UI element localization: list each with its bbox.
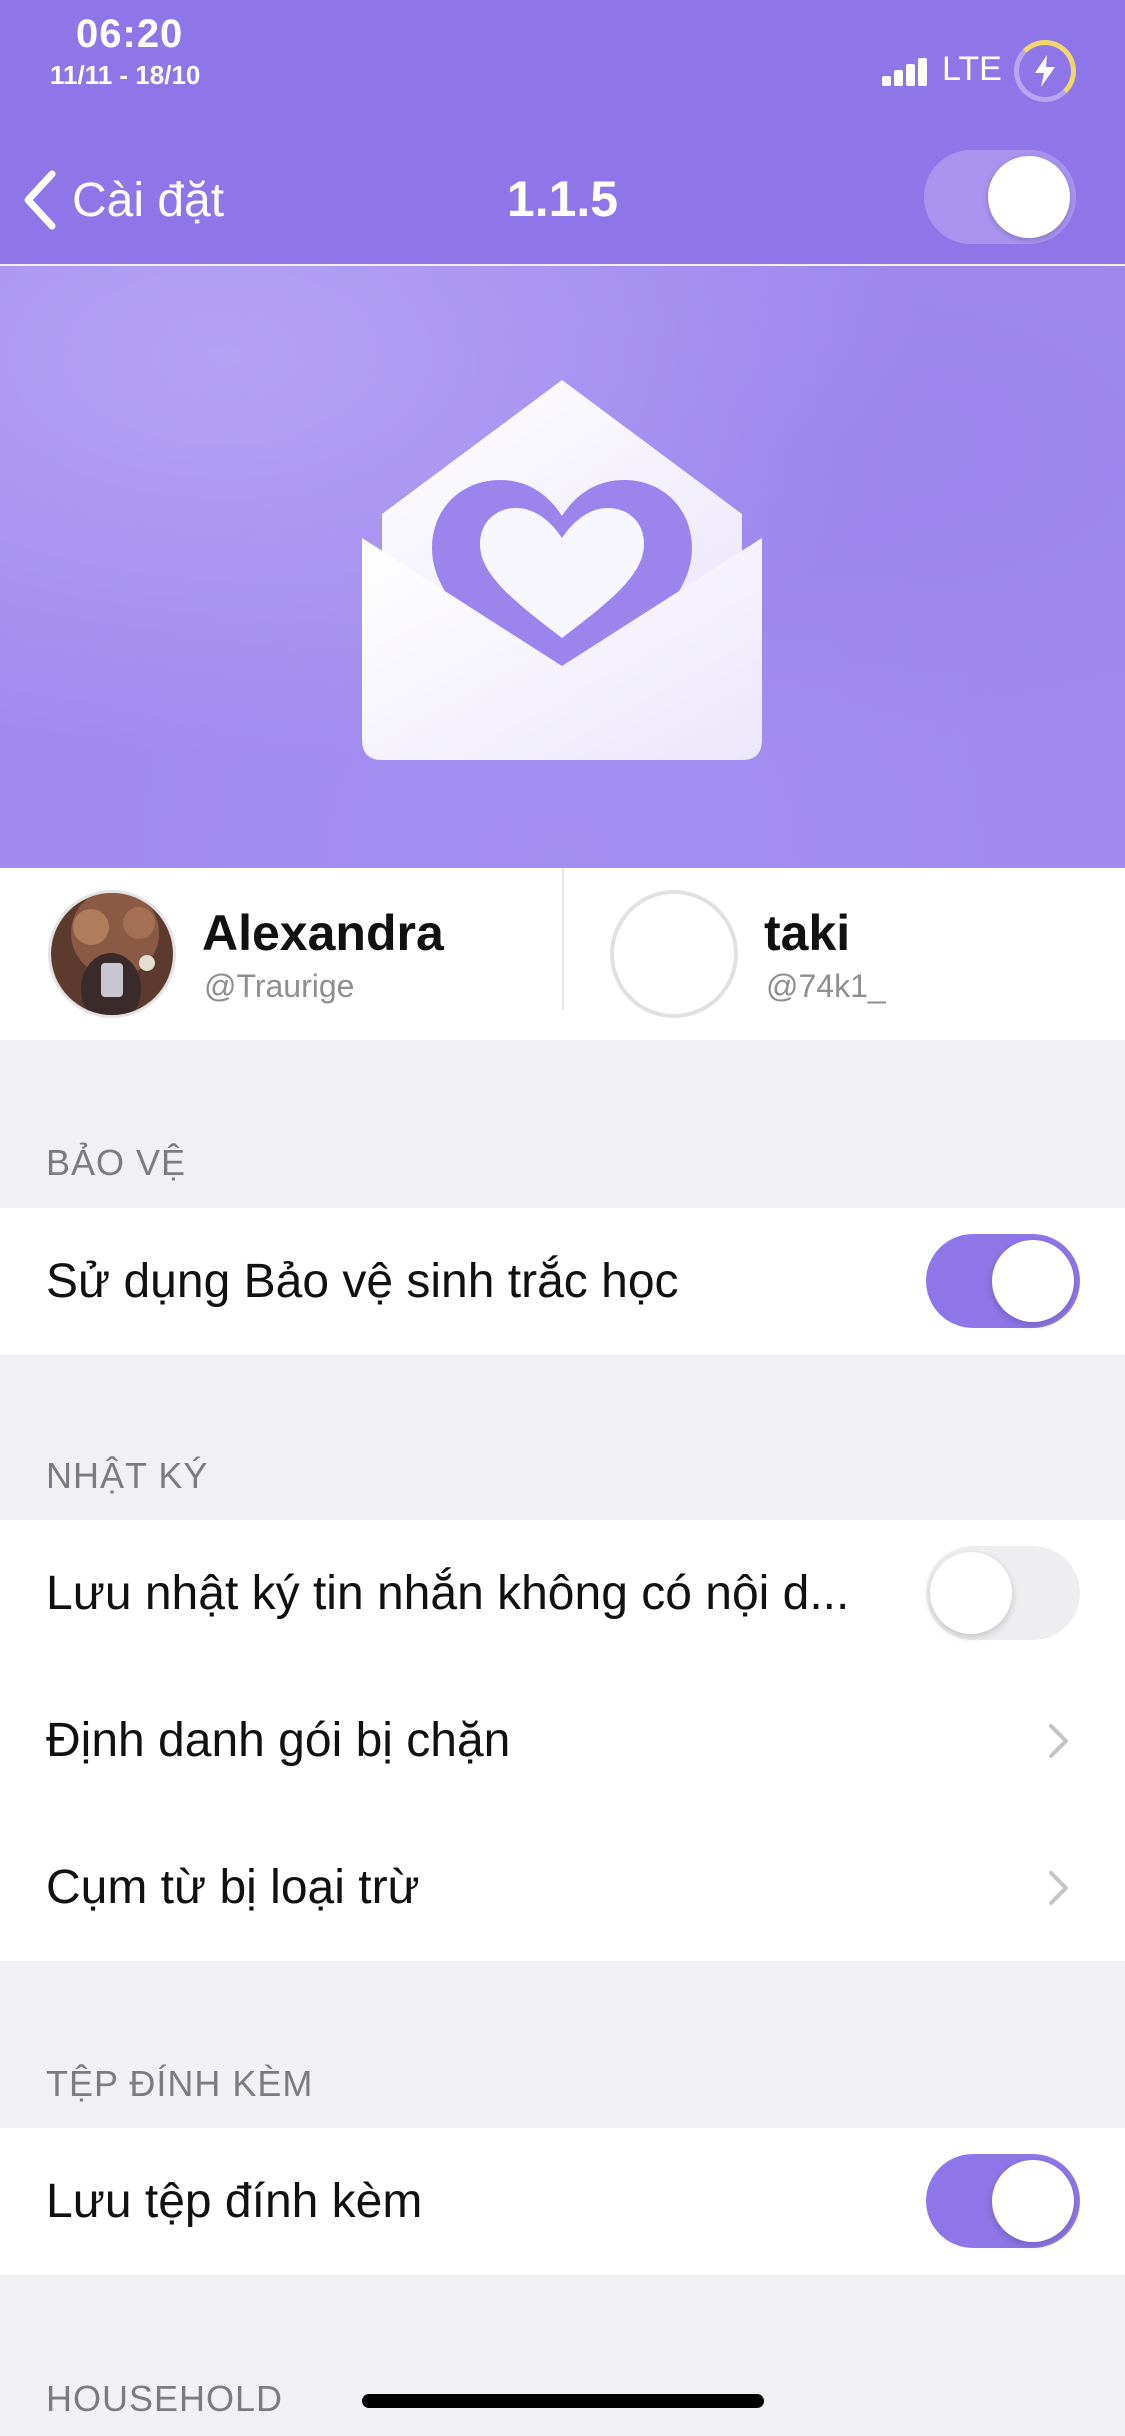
profile-card[interactable]: taki @74k1_ xyxy=(562,868,1124,1040)
chevron-right-icon xyxy=(1049,1724,1068,1758)
chevron-right-icon xyxy=(1049,1871,1068,1905)
profile-handle: @Traurige xyxy=(204,968,355,1004)
save-attachments-row[interactable]: Lưu tệp đính kèm xyxy=(0,2128,1125,2275)
home-indicator[interactable] xyxy=(362,2394,764,2408)
protection-group: Sử dụng Bảo vệ sinh trắc học xyxy=(0,1208,1125,1355)
excluded-phrases-row[interactable]: Cụm từ bị loại trừ xyxy=(0,1814,1125,1961)
section-header-protection: BẢO VỆ xyxy=(46,1142,187,1183)
profiles-card: Alexandra @Traurige taki @74k1_ xyxy=(0,868,1125,1040)
biometric-protection-toggle[interactable] xyxy=(926,1234,1080,1328)
header: 06:20 11/11 - 18/10 LTE Cài đặt 1.1.5 xyxy=(0,0,1125,266)
save-empty-message-log-row[interactable]: Lưu nhật ký tin nhắn không có nội d... xyxy=(0,1520,1125,1667)
avatar xyxy=(48,890,176,1018)
signal-icon xyxy=(882,56,928,86)
row-label: Định danh gói bị chặn xyxy=(46,1714,511,1767)
log-group: Lưu nhật ký tin nhắn không có nội d... Đ… xyxy=(0,1520,1125,1961)
toggle-knob xyxy=(988,156,1070,238)
status-time: 06:20 xyxy=(76,12,184,56)
row-label: Sử dụng Bảo vệ sinh trắc học xyxy=(46,1255,679,1308)
blocked-bundle-ids-row[interactable]: Định danh gói bị chặn xyxy=(0,1667,1125,1814)
save-empty-message-log-toggle[interactable] xyxy=(926,1546,1080,1640)
save-attachments-toggle[interactable] xyxy=(926,2154,1080,2248)
row-label: Cụm từ bị loại trừ xyxy=(46,1861,420,1914)
profile-card[interactable]: Alexandra @Traurige xyxy=(0,868,562,1040)
section-header-attachments: TỆP ĐÍNH KÈM xyxy=(46,2063,314,2104)
row-label: Lưu tệp đính kèm xyxy=(46,2175,423,2228)
toggle-knob xyxy=(992,1240,1074,1322)
biometric-protection-row[interactable]: Sử dụng Bảo vệ sinh trắc học xyxy=(0,1208,1125,1355)
row-label: Lưu nhật ký tin nhắn không có nội d... xyxy=(46,1567,850,1620)
avatar xyxy=(610,890,738,1018)
battery-charging-icon xyxy=(1014,40,1076,102)
profile-name: taki xyxy=(764,905,851,961)
profile-handle: @74k1_ xyxy=(766,968,886,1004)
section-header-household: HOUSEHOLD xyxy=(46,2378,284,2419)
profile-name: Alexandra xyxy=(202,905,444,961)
hero-banner xyxy=(0,266,1125,868)
status-date: 11/11 - 18/10 xyxy=(50,60,201,90)
toggle-knob xyxy=(992,2160,1074,2242)
toggle-knob xyxy=(930,1552,1012,1634)
section-header-log: NHẬT KÝ xyxy=(46,1455,209,1496)
header-master-toggle[interactable] xyxy=(924,150,1076,244)
attachments-group: Lưu tệp đính kèm xyxy=(0,2128,1125,2275)
network-type: LTE xyxy=(942,50,1002,88)
envelope-heart-icon xyxy=(362,380,762,760)
